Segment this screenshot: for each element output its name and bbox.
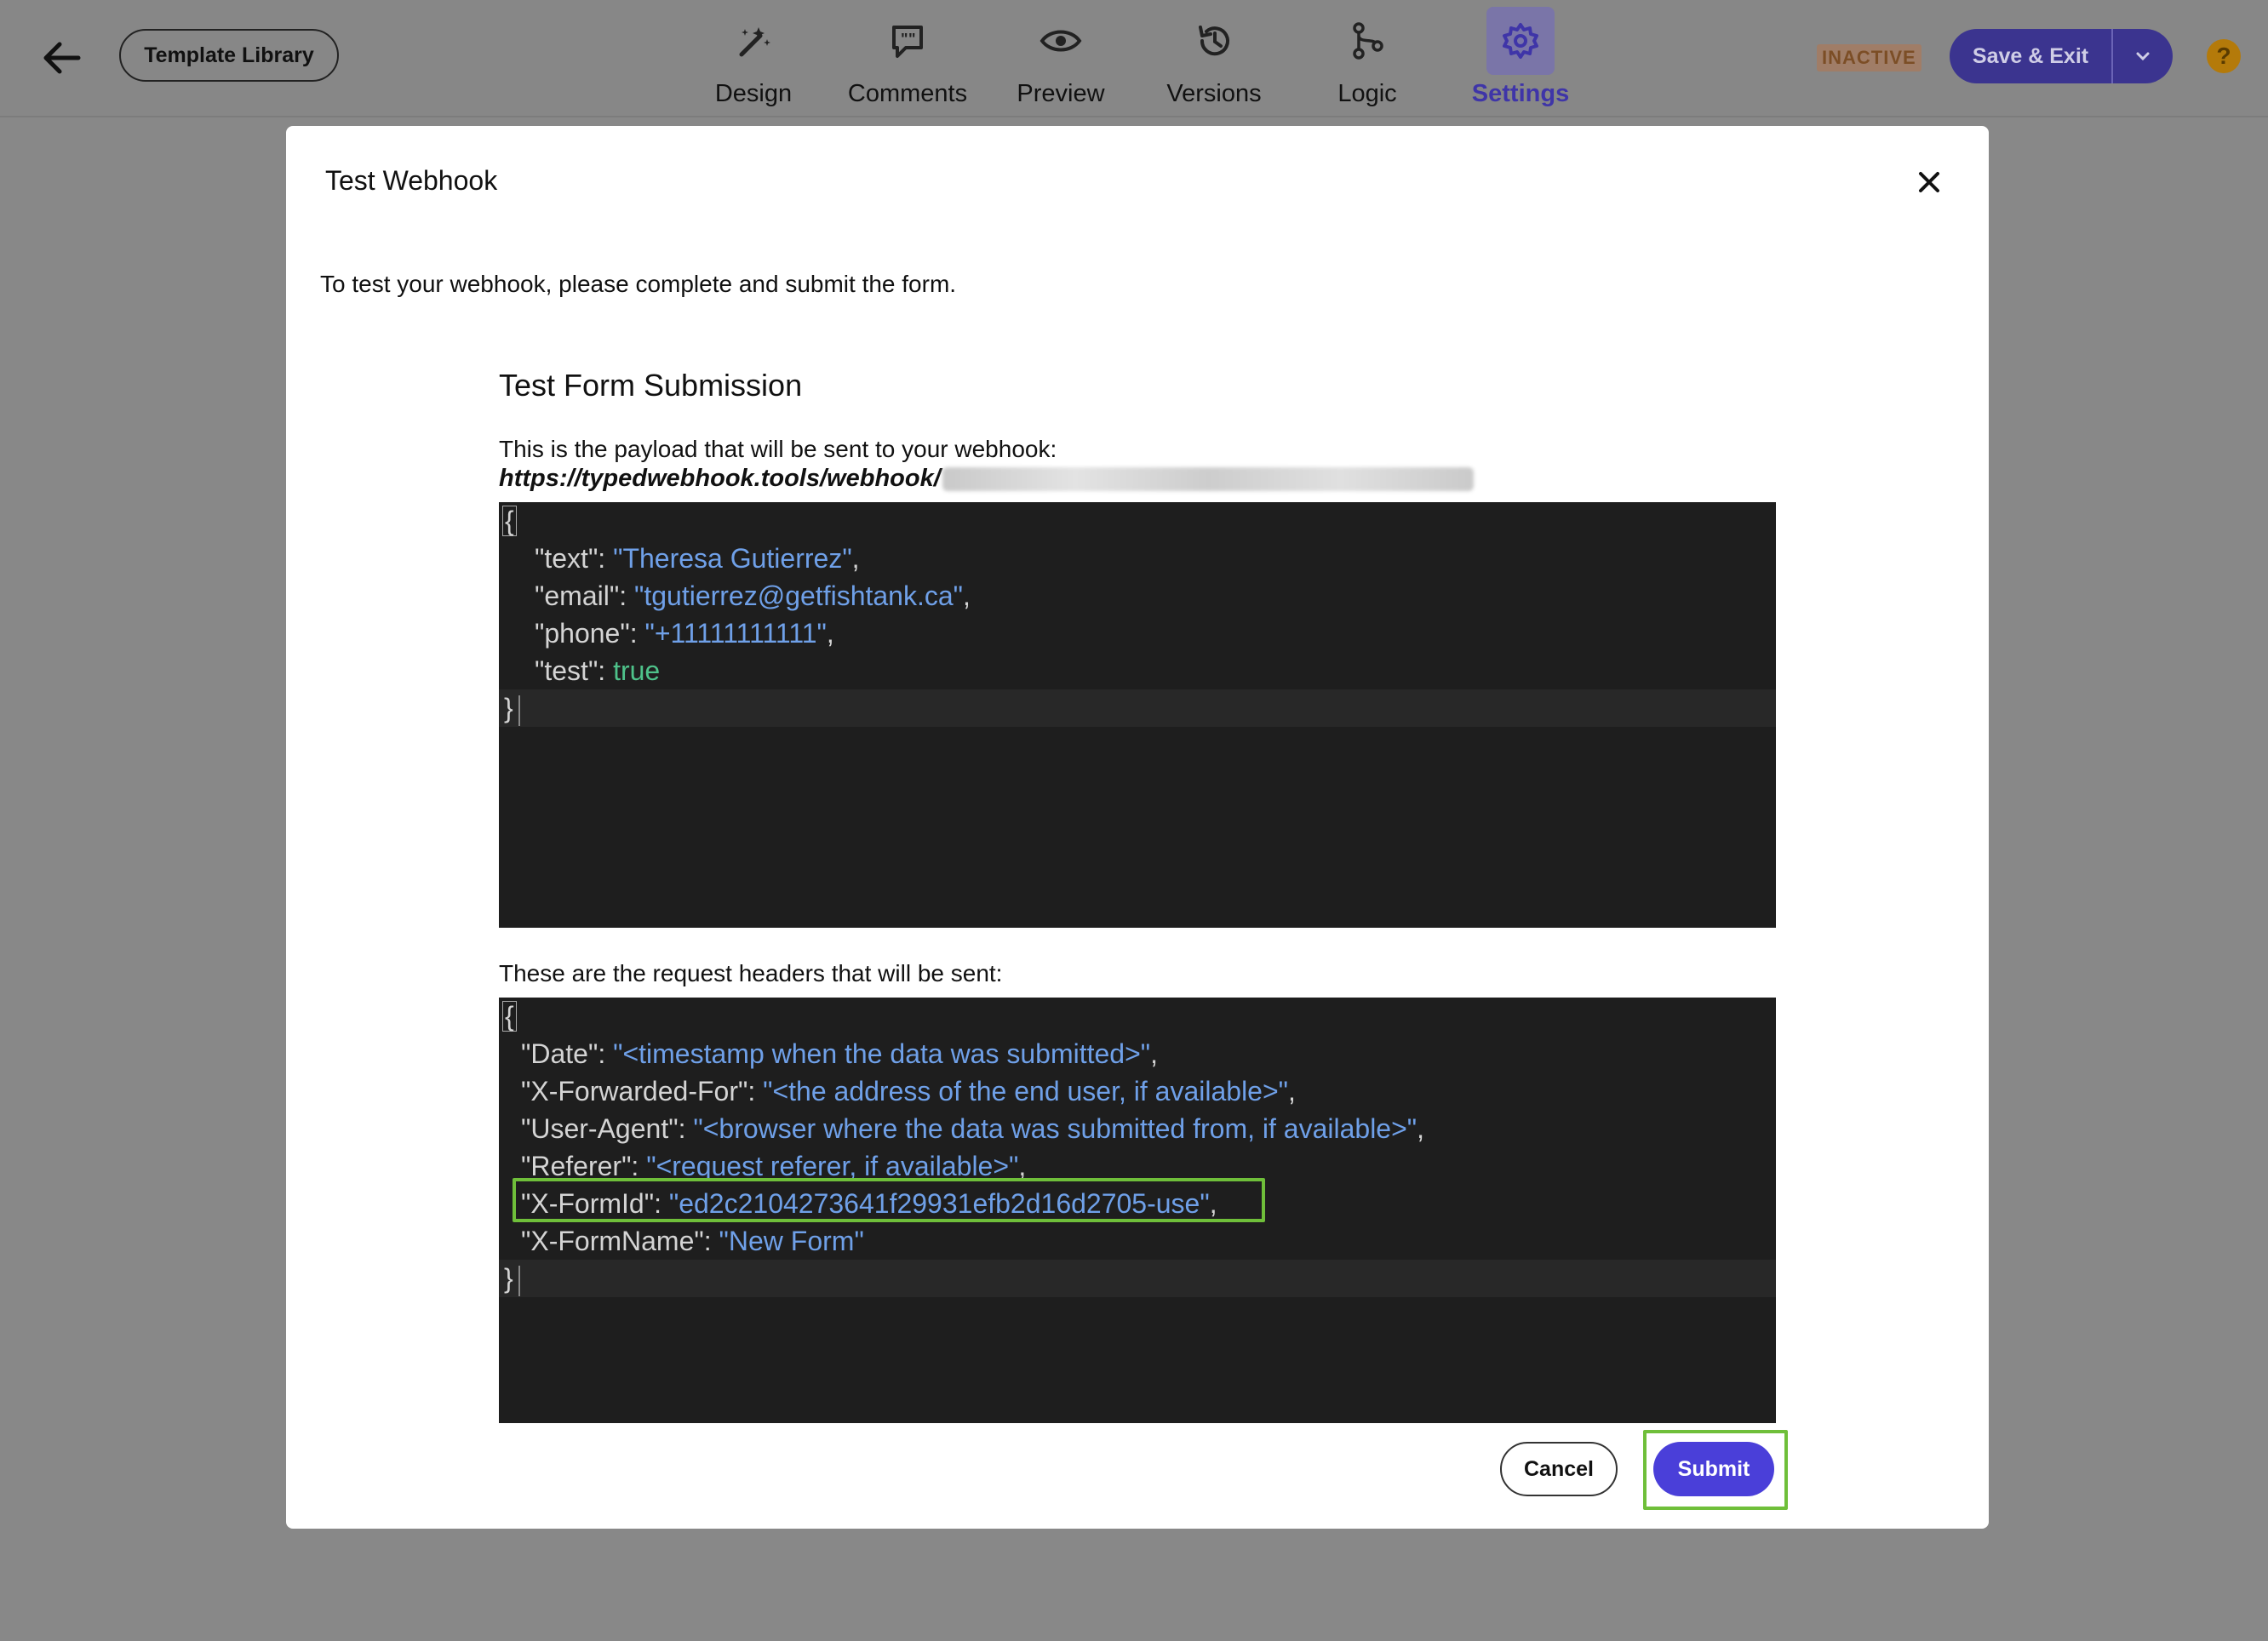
- text-cursor: [518, 695, 520, 726]
- comma: ,: [1288, 1076, 1296, 1106]
- payload-key-text: "text": [535, 543, 598, 574]
- cancel-button[interactable]: Cancel: [1500, 1442, 1618, 1496]
- status-badge: INACTIVE: [1817, 44, 1922, 71]
- save-options-dropdown[interactable]: [2113, 29, 2173, 83]
- top-bar: Template Library Design " " Comments Pre…: [0, 0, 2268, 117]
- branch-icon: [1353, 22, 1383, 60]
- header-value-form-name: "New Form": [719, 1226, 864, 1256]
- comma: ,: [1018, 1151, 1027, 1181]
- header-value-user-agent: "<browser where the data was submitted f…: [693, 1113, 1418, 1144]
- test-webhook-modal: Test Webhook To test your webhook, pleas…: [286, 126, 1989, 1529]
- header-value-referer: "<request referer, if available>": [646, 1151, 1019, 1181]
- webhook-url: https://typedwebhook.tools/webhook/: [499, 465, 1474, 493]
- code-line-active: }: [499, 1260, 1776, 1297]
- code-line: {: [499, 502, 1776, 540]
- gear-icon: [1503, 23, 1538, 59]
- tab-settings[interactable]: Settings: [1448, 7, 1593, 109]
- close-button[interactable]: [1909, 162, 1950, 203]
- code-line: "X-Forwarded-For": "<the address of the …: [521, 1076, 1296, 1106]
- header-key-date: "Date": [521, 1038, 598, 1069]
- history-icon: [1199, 26, 1229, 56]
- webhook-url-text: https://typedwebhook.tools/webhook/: [499, 465, 941, 492]
- tab-versions[interactable]: Versions: [1142, 7, 1286, 109]
- tab-design[interactable]: Design: [681, 7, 826, 109]
- header-value-forwarded: "<the address of the end user, if availa…: [763, 1076, 1289, 1106]
- header-key-forwarded: "X-Forwarded-For": [521, 1076, 748, 1106]
- code-line: "text": "Theresa Gutierrez",: [535, 543, 860, 574]
- comment-icon: " ": [892, 26, 923, 58]
- save-exit-button[interactable]: Save & Exit: [1950, 29, 2113, 83]
- section-title: Test Form Submission: [499, 368, 803, 403]
- payload-label: This is the payload that will be sent to…: [499, 436, 1057, 462]
- comma: ,: [963, 580, 971, 611]
- header-key-user-agent: "User-Agent": [521, 1113, 679, 1144]
- code-line: "Date": "<timestamp when the data was su…: [521, 1038, 1159, 1069]
- tab-logic-label: Logic: [1337, 80, 1397, 107]
- eye-icon: [1040, 30, 1082, 52]
- svg-text:": ": [908, 31, 916, 48]
- code-line: "test": true: [535, 655, 661, 686]
- comma: ,: [826, 618, 834, 649]
- code-line: "phone": "+11111111111",: [535, 618, 834, 649]
- tab-design-label: Design: [714, 80, 793, 107]
- tab-logic[interactable]: Logic: [1295, 7, 1440, 109]
- modal-title: Test Webhook: [325, 165, 498, 196]
- comma: ,: [1150, 1038, 1159, 1069]
- tab-preview-label: Preview: [1017, 80, 1105, 107]
- tab-settings-label: Settings: [1471, 80, 1570, 107]
- modal-intro-text: To test your webhook, please complete an…: [320, 271, 957, 297]
- arrow-left-icon: [43, 42, 81, 74]
- chevron-down-icon: [2136, 52, 2150, 61]
- tab-comments-label: Comments: [847, 80, 968, 107]
- comma: ,: [851, 543, 860, 574]
- magic-wand-icon: [739, 27, 770, 57]
- payload-value-test: true: [613, 655, 661, 686]
- payload-key-email: "email": [535, 580, 620, 611]
- open-brace: {: [502, 506, 517, 536]
- payload-value-text: "Theresa Gutierrez": [613, 543, 852, 574]
- tab-versions-label: Versions: [1166, 80, 1262, 107]
- close-brace: }: [504, 693, 513, 723]
- code-line: {: [499, 998, 1776, 1035]
- payload-value-phone: "+11111111111": [644, 618, 827, 649]
- payload-key-test: "test": [535, 655, 598, 686]
- open-brace: {: [502, 1001, 517, 1032]
- header-value-date: "<timestamp when the data was submitted>…: [613, 1038, 1151, 1069]
- headers-label: These are the request headers that will …: [499, 960, 1003, 986]
- submit-highlight: [1643, 1430, 1788, 1510]
- tab-comments[interactable]: " " Comments: [835, 7, 980, 109]
- tab-preview[interactable]: Preview: [988, 7, 1133, 109]
- template-library-button[interactable]: Template Library: [119, 29, 339, 82]
- help-button[interactable]: ?: [2207, 39, 2241, 73]
- payload-code-editor[interactable]: { "text": "Theresa Gutierrez", "email": …: [499, 502, 1776, 928]
- code-line: "X-FormName": "New Form": [521, 1226, 864, 1256]
- close-brace: }: [504, 1263, 513, 1294]
- comma: ,: [1417, 1113, 1425, 1144]
- save-exit-group: Save & Exit: [1950, 29, 2173, 83]
- webhook-url-redacted: [942, 467, 1474, 492]
- close-icon: [1919, 172, 1939, 192]
- payload-value-email: "tgutierrez@getfishtank.ca": [633, 580, 964, 611]
- code-line-active: }: [499, 689, 1776, 727]
- payload-key-phone: "phone": [535, 618, 630, 649]
- text-cursor: [518, 1265, 520, 1296]
- form-id-highlight: [513, 1178, 1265, 1222]
- header-key-referer: "Referer": [521, 1151, 632, 1181]
- code-line: "email": "tgutierrez@getfishtank.ca",: [535, 580, 971, 611]
- code-line: "User-Agent": "<browser where the data w…: [521, 1113, 1425, 1144]
- svg-text:": ": [901, 31, 908, 48]
- back-button[interactable]: [34, 31, 89, 85]
- header-key-form-name: "X-FormName": [521, 1226, 704, 1256]
